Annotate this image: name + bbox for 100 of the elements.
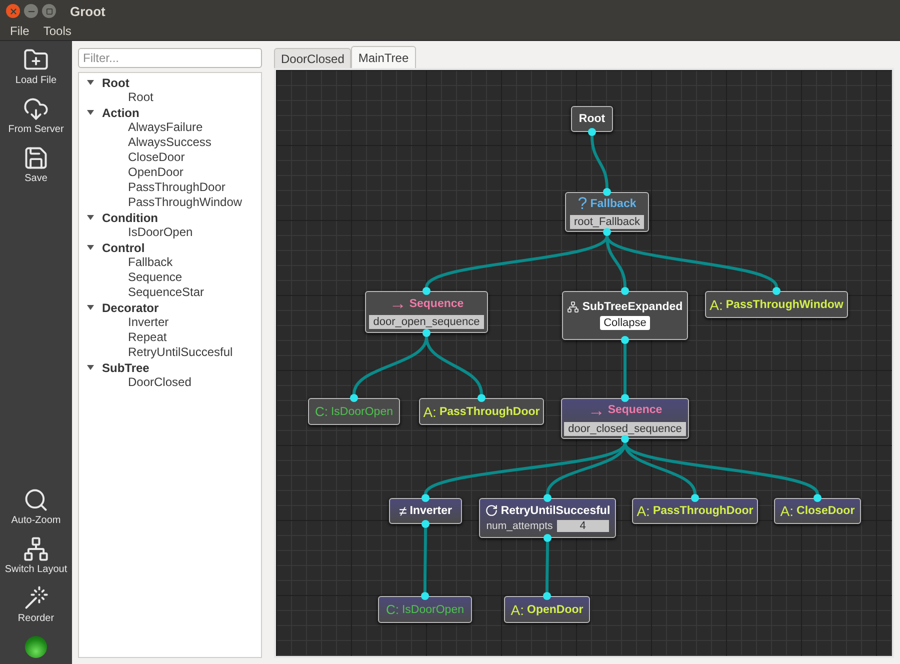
output-port-icon[interactable] <box>621 336 629 344</box>
toolbar-button[interactable]: Reorder <box>1 583 71 626</box>
subtree-icon <box>567 301 580 313</box>
tree-node[interactable]: SubTreeExpanded Collapse <box>562 291 688 340</box>
tree-item[interactable]: Sequence <box>79 270 261 285</box>
tab[interactable]: DoorClosed <box>274 48 352 68</box>
tree-node[interactable]: C: IsDoorOpen <box>378 596 472 623</box>
maximize-button[interactable] <box>42 4 56 18</box>
tree-node[interactable]: C: IsDoorOpen <box>308 398 400 425</box>
tree-item[interactable]: PassThroughDoor <box>79 180 261 195</box>
input-port-icon[interactable] <box>772 287 780 295</box>
edge-line <box>590 136 608 188</box>
tree-node[interactable]: ≠ Inverter <box>389 498 462 524</box>
retry-icon <box>484 504 498 517</box>
node-title: IsDoorOpen <box>402 604 464 616</box>
menu-item[interactable]: Tools <box>43 24 72 38</box>
tree-group-label[interactable]: Action <box>102 106 140 120</box>
expanded-caret-icon[interactable] <box>87 364 94 371</box>
node-title: PassThroughWindow <box>726 298 844 310</box>
input-port-icon[interactable] <box>544 494 552 502</box>
tree-node[interactable]: A: PassThroughDoor <box>632 498 758 524</box>
save-icon <box>23 145 49 171</box>
menu-item[interactable]: File <box>10 24 30 38</box>
output-port-icon[interactable] <box>603 228 611 236</box>
tree-node[interactable]: RetryUntilSuccesful num_attempts 4 <box>479 498 616 538</box>
tree-node[interactable]: → Sequence door_open_sequence <box>365 291 488 333</box>
input-port-icon[interactable] <box>621 287 629 295</box>
tree-group-label[interactable]: Root <box>102 76 130 90</box>
node-title: Root <box>578 113 606 125</box>
node-symbol: A: <box>423 404 436 418</box>
close-icon <box>8 6 18 16</box>
param-field[interactable]: 4 <box>556 520 609 532</box>
tree-node[interactable]: A: OpenDoor <box>504 596 590 623</box>
node-name-field[interactable]: door_open_sequence <box>369 315 484 329</box>
tree-node[interactable]: → Sequence door_closed_sequence <box>561 398 689 439</box>
expanded-caret-icon[interactable] <box>87 109 94 116</box>
output-port-icon[interactable] <box>588 128 596 136</box>
tree-node[interactable]: A: PassThroughDoor <box>419 398 544 425</box>
tree-node[interactable]: A: CloseDoor <box>774 498 861 524</box>
tree-item[interactable]: AlwaysFailure <box>79 120 261 135</box>
tree-node[interactable]: A: PassThroughWindow <box>705 291 848 318</box>
node-title: Sequence <box>608 404 662 416</box>
expanded-caret-icon[interactable] <box>87 214 94 221</box>
node-name-field[interactable]: root_Fallback <box>570 215 644 229</box>
output-port-icon[interactable] <box>422 520 430 528</box>
tree-item[interactable]: Inverter <box>79 315 261 330</box>
expanded-caret-icon[interactable] <box>87 79 94 86</box>
tree-item[interactable]: AlwaysSuccess <box>79 135 261 150</box>
tree-item[interactable]: IsDoorOpen <box>79 225 261 240</box>
tab[interactable]: MainTree <box>351 46 416 68</box>
output-port-icon[interactable] <box>422 329 430 337</box>
tree-item[interactable]: Root <box>79 90 261 105</box>
input-port-icon[interactable] <box>422 287 430 295</box>
input-port-icon[interactable] <box>421 592 429 600</box>
node-symbol: A: <box>510 602 524 616</box>
tree-item[interactable]: SequenceStar <box>79 285 261 300</box>
tree-item[interactable]: RetryUntilSuccesful <box>79 345 261 360</box>
expanded-caret-icon[interactable] <box>87 244 94 251</box>
node-title: PassThroughDoor <box>439 406 540 418</box>
tree-item[interactable]: CloseDoor <box>79 150 261 165</box>
input-port-icon[interactable] <box>603 188 611 196</box>
toolbar-button[interactable]: From Server <box>1 94 71 137</box>
tree-group-label[interactable]: Condition <box>102 210 158 224</box>
collapse-button[interactable]: Collapse <box>600 316 650 330</box>
tree-item[interactable]: Fallback <box>79 255 261 270</box>
node-title: Fallback <box>590 198 636 210</box>
output-port-icon[interactable] <box>544 534 552 542</box>
tree-item[interactable]: Repeat <box>79 330 261 345</box>
input-port-icon[interactable] <box>543 592 551 600</box>
tree-group-label[interactable]: Decorator <box>102 300 159 314</box>
toolbar-button[interactable]: Switch Layout <box>1 534 71 577</box>
status-light-icon <box>25 636 47 658</box>
toolbar-button[interactable]: Auto-Zoom <box>1 485 71 528</box>
tree-item[interactable]: DoorClosed <box>79 375 261 390</box>
node-symbol: A: <box>636 504 650 518</box>
magnifier-icon <box>23 487 49 513</box>
node-name-field[interactable]: door_closed_sequence <box>564 422 686 436</box>
tree-item[interactable]: OpenDoor <box>79 165 261 180</box>
filter-field[interactable]: Filter... <box>78 48 262 68</box>
input-port-icon[interactable] <box>350 394 358 402</box>
toolbar-button[interactable]: Load File <box>1 45 71 88</box>
input-port-icon[interactable] <box>814 494 822 502</box>
tree-node[interactable]: Root <box>571 106 613 132</box>
output-port-icon[interactable] <box>621 435 629 443</box>
node-symbol: ≠ <box>399 504 407 518</box>
close-button[interactable] <box>6 4 20 18</box>
expanded-caret-icon[interactable] <box>87 304 94 311</box>
input-port-icon[interactable] <box>478 394 486 402</box>
tree-item[interactable]: PassThroughWindow <box>79 195 261 210</box>
tree-group-label[interactable]: SubTree <box>102 360 150 374</box>
toolbar-button[interactable]: Save <box>1 143 71 186</box>
tree-layout-icon <box>23 536 49 562</box>
tree-group-label[interactable]: Control <box>102 240 145 254</box>
input-port-icon[interactable] <box>422 494 430 502</box>
input-port-icon[interactable] <box>691 494 699 502</box>
window-title: Groot <box>70 4 106 18</box>
minimize-button[interactable] <box>24 4 38 18</box>
maximize-icon <box>46 8 52 14</box>
tree-node[interactable]: ? Fallback root_Fallback <box>565 192 649 232</box>
input-port-icon[interactable] <box>621 394 629 402</box>
